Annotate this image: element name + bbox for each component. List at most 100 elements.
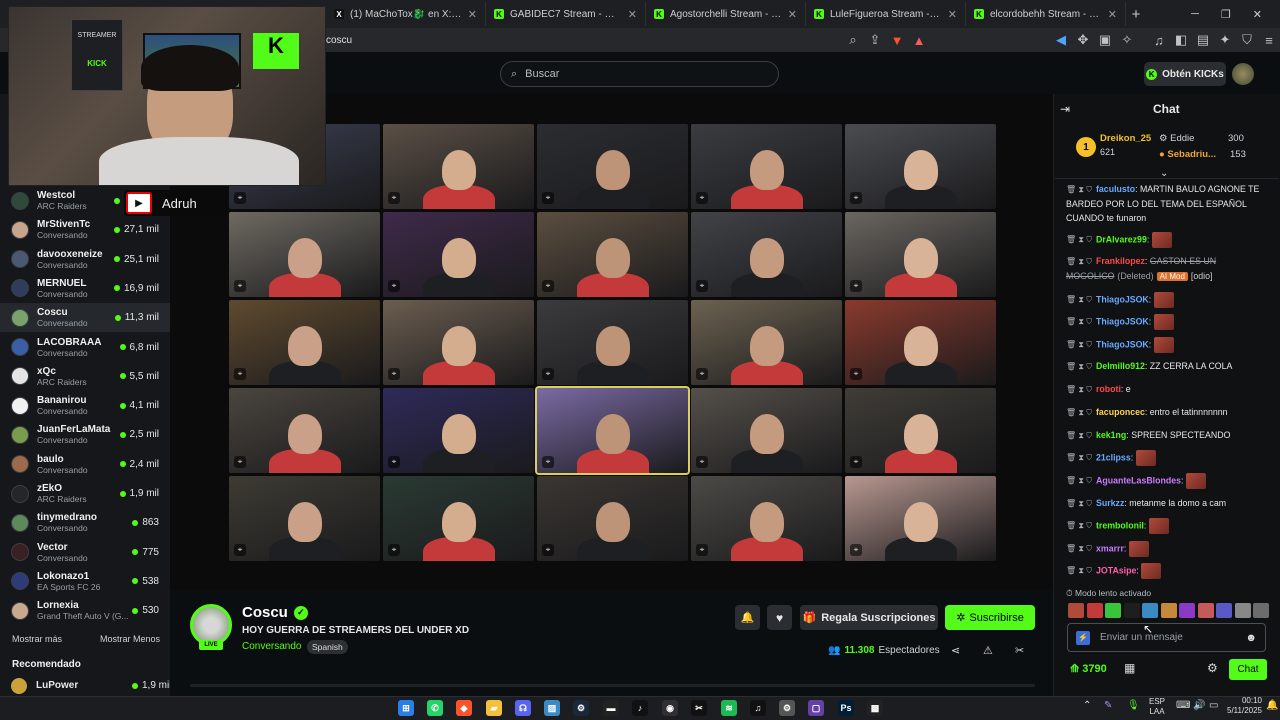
subscribe-button[interactable]: ✲ Suscribirse <box>945 605 1035 630</box>
quick-emote[interactable] <box>1253 603 1269 618</box>
chat-emote[interactable] <box>1153 314 1174 330</box>
chat-emote[interactable] <box>1135 450 1156 466</box>
wallet-icon[interactable]: ▤ <box>1192 32 1214 48</box>
chat-moderation-icons[interactable]: 🗑 ⧗ ⛉ <box>1066 453 1092 462</box>
browser-tab[interactable]: Kelcordobehh Stream - Watch Live on ✕ <box>966 2 1126 26</box>
browser-tab[interactable]: K LuleFigueroa Stream - Watch Live on ✕ <box>806 2 966 26</box>
zoom-icon[interactable]: ⌕ <box>842 32 864 48</box>
chat-username[interactable]: ThiagoJSOK <box>1096 316 1149 326</box>
settings-icon[interactable]: ⚙ <box>779 700 795 716</box>
chat-moderation-icons[interactable]: 🗑 ⧗ ⛉ <box>1066 340 1092 349</box>
steam-icon[interactable]: ⚙ <box>573 700 589 716</box>
new-tab-button[interactable]: + <box>1126 6 1146 23</box>
chat-emote[interactable] <box>1153 337 1174 353</box>
brave-shield-icon[interactable]: ▼ <box>886 33 908 48</box>
chat-moderation-icons[interactable]: 🗑 ⧗ ⛉ <box>1066 408 1092 417</box>
show-less-button[interactable]: Mostrar Menos <box>100 634 160 644</box>
chat-username[interactable]: 21clipss <box>1096 452 1131 462</box>
obs-icon[interactable]: ◉ <box>662 700 678 716</box>
quick-emote[interactable] <box>1123 603 1140 618</box>
pin-icon[interactable]: ⌖ <box>388 544 400 556</box>
pin-icon[interactable]: ⌖ <box>234 544 246 556</box>
extension-sound-icon[interactable]: ◀ <box>1050 32 1072 48</box>
user-avatar[interactable] <box>1232 63 1254 85</box>
get-kicks-button[interactable]: K Obtén KICKs <box>1144 62 1226 86</box>
pin-icon[interactable]: ⌖ <box>696 368 708 380</box>
chat-username[interactable]: ThiagoJSOK <box>1096 339 1149 349</box>
pin-icon[interactable]: ⌖ <box>388 368 400 380</box>
chat-moderation-icons[interactable]: 🗑 ⧗ ⛉ <box>1066 431 1092 440</box>
pin-icon[interactable]: ⌖ <box>234 456 246 468</box>
chat-username[interactable]: DrAlvarez99 <box>1096 234 1147 244</box>
chat-username[interactable]: faculusto <box>1096 184 1135 194</box>
chat-moderation-icons[interactable]: 🗑 ⧗ ⛉ <box>1066 544 1092 553</box>
volume-icon[interactable]: 🔊 <box>1193 700 1205 711</box>
spotify-icon[interactable]: ≋ <box>721 700 737 716</box>
chat-username[interactable]: Delmillo912 <box>1096 361 1145 371</box>
chat-moderation-icons[interactable]: 🗑 ⧗ ⛉ <box>1066 566 1092 575</box>
notifications-icon[interactable]: 🔔 <box>1266 700 1278 711</box>
language-tag[interactable]: Spanish <box>307 640 348 654</box>
whatsapp-icon[interactable]: ✆ <box>427 700 443 716</box>
extension-screenshot-icon[interactable]: ▣ <box>1094 32 1116 48</box>
window-maximize-button[interactable]: ❐ <box>1221 8 1231 21</box>
tab-close-icon[interactable]: ✕ <box>948 8 957 21</box>
keyboard-language[interactable]: ESP LAA <box>1149 697 1165 717</box>
photos-icon[interactable]: ▨ <box>544 700 560 716</box>
search-input[interactable]: ⌕ Buscar <box>500 61 779 87</box>
chat-emote[interactable] <box>1151 232 1172 248</box>
quick-emote[interactable] <box>1068 603 1084 618</box>
quick-emote[interactable] <box>1105 603 1121 618</box>
pin-icon[interactable]: ⌖ <box>850 544 862 556</box>
browser-tab[interactable]: K GABIDEC7 Stream - Watch Live on K ✕ <box>486 2 646 26</box>
send-chat-button[interactable]: Chat <box>1229 659 1267 680</box>
leader-1-name[interactable]: Dreikon_25 <box>1100 133 1151 144</box>
chat-username[interactable]: facuponcec <box>1096 407 1145 417</box>
pin-icon[interactable]: ⌖ <box>542 544 554 556</box>
pin-icon[interactable]: ⌖ <box>850 456 862 468</box>
menu-icon[interactable]: ≡ <box>1258 33 1280 48</box>
stream-category-link[interactable]: Conversando <box>242 641 301 652</box>
tray-pen-icon[interactable]: ✎ <box>1104 700 1112 711</box>
sidebar-channel-item[interactable]: MrStivenTc Conversando 27,1 mil <box>0 215 170 244</box>
music-icon[interactable]: ♫ <box>1148 33 1170 48</box>
leo-ai-icon[interactable]: ✦ <box>1214 32 1236 48</box>
sidebar-channel-item[interactable]: tinymedrano Conversando 863 <box>0 508 170 537</box>
chat-username[interactable]: roboti <box>1096 384 1121 394</box>
tiktok-live-icon[interactable]: ♫ <box>750 700 766 716</box>
capcut-icon[interactable]: ✂ <box>691 700 707 716</box>
emoji-picker-icon[interactable]: ☻ <box>1245 632 1257 644</box>
sidebar-channel-item[interactable]: MERNUEL Conversando 16,9 mil <box>0 274 170 303</box>
pin-icon[interactable]: ⌖ <box>234 368 246 380</box>
discord-icon[interactable]: ☊ <box>515 700 531 716</box>
pin-icon[interactable]: ⌖ <box>234 192 246 204</box>
quick-emote[interactable] <box>1160 603 1177 618</box>
pin-icon[interactable]: ⌖ <box>388 192 400 204</box>
pin-icon[interactable]: ⌖ <box>850 192 862 204</box>
chat-username[interactable]: JOTAsipe <box>1096 565 1136 575</box>
pin-icon[interactable]: ⌖ <box>696 544 708 556</box>
chat-moderation-icons[interactable]: 🗑 ⧗ ⛉ <box>1066 317 1092 326</box>
sidebar-channel-item[interactable]: Bananirou Conversando 4,1 mil <box>0 391 170 420</box>
network-icon[interactable]: ⌨ <box>1176 700 1190 711</box>
chat-moderation-icons[interactable]: 🗑 ⧗ ⛉ <box>1066 521 1092 530</box>
tab-close-icon[interactable]: ✕ <box>788 8 797 21</box>
chat-emote[interactable] <box>1153 292 1174 308</box>
file-explorer-icon[interactable]: ▰ <box>486 700 502 716</box>
chat-moderation-icons[interactable]: 🗑 ⧗ ⛉ <box>1066 476 1092 485</box>
follow-heart-button[interactable]: ♥ <box>767 605 792 630</box>
tray-chevron-icon[interactable]: ⌃ <box>1083 700 1091 711</box>
collapse-chat-icon[interactable]: ⇥ <box>1060 102 1070 116</box>
brave-icon[interactable]: ◆ <box>456 700 472 716</box>
show-more-button[interactable]: Mostrar más <box>12 634 62 644</box>
pin-icon[interactable]: ⌖ <box>696 456 708 468</box>
share-icon[interactable]: ⋖ <box>951 644 960 657</box>
quick-emote[interactable] <box>1216 603 1232 618</box>
chat-username[interactable]: ThiagoJSOK <box>1096 294 1149 304</box>
browser-tab[interactable]: K Agostorchelli Stream - Watch Live on ✕ <box>646 2 806 26</box>
chat-input[interactable]: ⚡ Enviar un mensaje ☻ <box>1067 623 1266 652</box>
sidebar-channel-item[interactable]: LACOBRAAA Conversando 6,8 mil <box>0 333 170 362</box>
extension-puzzle-icon[interactable]: ✥ <box>1072 32 1094 48</box>
tiktok-icon[interactable]: ♪ <box>632 700 648 716</box>
report-icon[interactable]: ⚠ <box>983 644 993 657</box>
